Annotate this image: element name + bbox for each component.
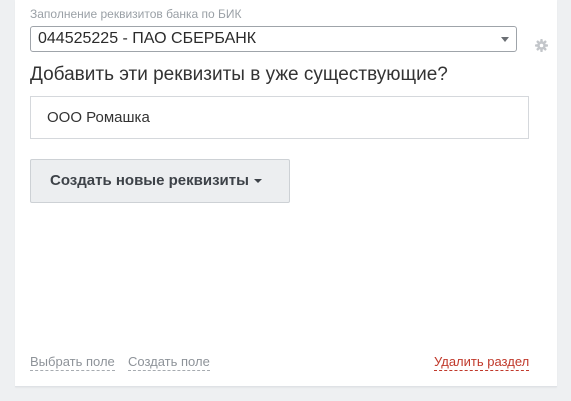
bank-select-value: 044525225 - ПАО СБЕРБАНК [38,30,257,47]
bik-field-label: Заполнение реквизитов банка по БИК [30,7,242,21]
create-new-requisites-label: Создать новые реквизиты [50,172,249,189]
bank-select[interactable]: 044525225 - ПАО СБЕРБАНК [30,26,517,52]
create-field-link[interactable]: Создать поле [128,354,210,371]
delete-section-link[interactable]: Удалить раздел [434,354,530,371]
gear-icon[interactable] [535,39,548,52]
choose-field-link[interactable]: Выбрать поле [30,354,115,371]
caret-down-icon [253,179,262,184]
create-new-requisites-button[interactable]: Создать новые реквизиты [30,159,290,203]
merge-question: Добавить эти реквизиты в уже существующи… [30,64,448,85]
existing-requisites-option[interactable]: ООО Ромашка [30,96,529,139]
chevron-down-icon [501,37,509,42]
